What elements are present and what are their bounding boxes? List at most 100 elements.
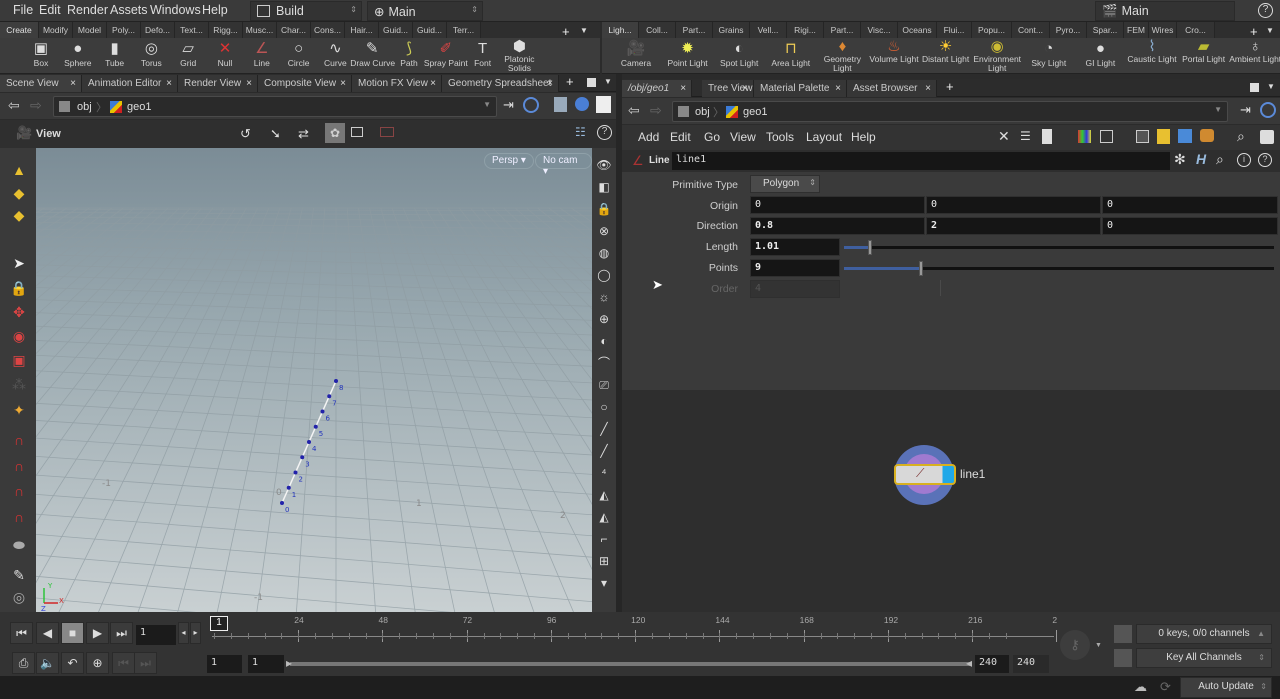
bounding-box-icon[interactable]: ⊞ [595, 552, 613, 570]
shelf-tool-environment-light[interactable]: ◉ Environment Light [973, 39, 1021, 74]
shelf-tab[interactable]: Spar... [1087, 22, 1124, 38]
camera-view-icon[interactable]: ⬬ [9, 535, 29, 555]
jump-end-button[interactable]: ⏭ [110, 622, 133, 644]
tumble-tool-icon[interactable]: ↺ [240, 126, 251, 142]
path-field[interactable]: obj 〉 geo1 ▼ [53, 96, 497, 117]
shelf-tab[interactable]: Hair... [345, 22, 379, 38]
gear-icon[interactable]: ✻ [1174, 151, 1186, 168]
origin-z-field[interactable]: 0 [1102, 196, 1278, 214]
pin-icon[interactable]: ⇥ [503, 97, 514, 113]
add-light-icon[interactable]: ⊕ [595, 310, 613, 328]
pin-icon[interactable]: ⇥ [1240, 102, 1251, 118]
menu-render[interactable]: Render [67, 3, 108, 17]
menu-help[interactable]: Help [851, 130, 876, 144]
display-list-icon[interactable]: ☷ [575, 125, 586, 139]
length-slider[interactable] [844, 240, 1274, 255]
snap-multi-icon[interactable]: ∩ [9, 507, 29, 527]
step-forward-button[interactable]: ▸ [190, 622, 201, 644]
keys-status-button[interactable]: 0 keys, 0/0 channels ▲ [1136, 624, 1272, 644]
breadcrumb-geo1[interactable]: geo1 [127, 101, 151, 113]
tab-scene-view[interactable]: Scene View × [0, 75, 82, 92]
menu-assets[interactable]: Assets [110, 3, 148, 17]
display-options-icon[interactable] [554, 97, 567, 112]
shelf-tab[interactable]: Wires [1149, 22, 1177, 38]
menu-help[interactable]: Help [202, 3, 228, 17]
tab-composite-view[interactable]: Composite View × [258, 75, 352, 92]
length-slider-handle[interactable] [867, 240, 872, 255]
key-mode-select[interactable]: Key All Channels ⇕ [1136, 648, 1272, 668]
ghost-display-icon[interactable]: 👁 [595, 156, 613, 174]
shelf-tool-platonic-solids[interactable]: ⬢ Platonic Solids [497, 39, 541, 74]
close-icon[interactable]: × [680, 83, 686, 94]
shelf-tab[interactable]: Cro... [1177, 22, 1215, 38]
tab-geometry-spreadsheet[interactable]: Geometry Spreadsheet × [442, 75, 559, 92]
shading-icon[interactable] [575, 97, 589, 111]
add-shelf-icon[interactable]: + [1250, 24, 1258, 39]
shelf-tab[interactable]: Ligh... [602, 22, 639, 38]
shelf-tab[interactable]: Pyro... [1050, 22, 1087, 38]
eye-icon[interactable] [1260, 130, 1274, 144]
close-icon[interactable]: × [835, 83, 841, 94]
shelf-tab[interactable]: Guid... [413, 22, 447, 38]
menu-go[interactable]: Go [704, 130, 720, 144]
maximize-icon[interactable] [587, 78, 596, 87]
list-icon[interactable] [1042, 129, 1052, 144]
tab-tree-view[interactable]: Tree View × [702, 80, 754, 97]
menu-view[interactable]: View [730, 130, 756, 144]
range-start2-field[interactable]: 1 [248, 655, 284, 673]
step-back-button[interactable]: ◂ [178, 622, 189, 644]
help-icon[interactable]: ? [597, 125, 612, 140]
tab-animation-editor[interactable]: Animation Editor × [82, 75, 178, 92]
shelf-tab[interactable]: Flui... [937, 22, 972, 38]
current-frame-field[interactable]: 1 [136, 625, 176, 645]
help-icon[interactable]: ? [1258, 153, 1272, 167]
hda-icon[interactable]: H [1196, 151, 1206, 167]
node-name-field[interactable]: line1 [672, 152, 1170, 170]
tab-render-view[interactable]: Render View × [178, 75, 258, 92]
shelf-tab[interactable]: Coll... [639, 22, 676, 38]
rotate-icon[interactable]: ◉ [9, 326, 29, 346]
shelf-tool-camera[interactable]: 🎥 Camera [614, 40, 658, 74]
menu-tools[interactable]: Tools [766, 130, 794, 144]
select-tool-icon[interactable]: ➘ [270, 126, 281, 142]
handle-icon[interactable]: ✦ [9, 400, 29, 420]
channel-list-icon[interactable] [1114, 625, 1132, 643]
close-icon[interactable]: × [742, 83, 748, 94]
shelf-tab[interactable]: Visc... [861, 22, 898, 38]
shelf-tab[interactable]: Defo... [141, 22, 175, 38]
refresh-icon[interactable]: ⟳ [1160, 679, 1171, 695]
persp-menu-button[interactable]: Persp ▾ [484, 153, 534, 169]
select-edges-icon[interactable]: ◆ [9, 183, 29, 203]
solo-icon[interactable]: ◍ [595, 244, 613, 262]
chevron-down-icon[interactable]: ▼ [1267, 82, 1275, 91]
shelf-tab[interactable]: Model [73, 22, 107, 38]
backface-icon[interactable]: ⎚ [595, 376, 613, 394]
shelf-tool-geometry-light[interactable]: ♦ Geometry Light [820, 39, 864, 74]
camera-menu-button[interactable]: No cam ▾ [535, 153, 592, 177]
breadcrumb-obj[interactable]: obj [695, 106, 710, 118]
network-editor[interactable]: ⟋ line1 [622, 390, 1280, 612]
help-icon[interactable]: ? [1258, 3, 1273, 18]
shelf-tab[interactable]: FEM [1124, 22, 1149, 38]
info-icon[interactable]: i [1237, 153, 1251, 167]
smooth-icon[interactable]: ⌒ [595, 354, 613, 372]
tab-material-palette[interactable]: Material Palette × [754, 80, 847, 97]
origin-x-field[interactable]: 0 [750, 196, 925, 214]
template-icon[interactable]: ◧ [595, 178, 613, 196]
range-start-field[interactable]: 1 [207, 655, 242, 673]
geometry-point[interactable] [327, 394, 332, 399]
menu-windows[interactable]: Windows [150, 3, 201, 17]
global-anim-options-button[interactable]: ⊕ [86, 652, 109, 674]
shelf-tab[interactable]: Rigi... [787, 22, 824, 38]
flipbook-icon[interactable] [351, 127, 363, 137]
flipbook-button[interactable]: ⎙ [12, 652, 35, 674]
profile-icon[interactable]: ⌐ [595, 530, 613, 548]
shelf-tool-sky-light[interactable]: ◔ Sky Light [1027, 40, 1071, 74]
geometry-point[interactable] [286, 485, 291, 490]
network-box-icon[interactable] [1136, 130, 1149, 143]
dropdown-icon[interactable]: ▼ [483, 100, 491, 109]
range-end-field[interactable]: 240 [975, 655, 1009, 673]
shelf-tool-volume-light[interactable]: ♨ Volume Light [869, 39, 918, 74]
select-geo-icon[interactable]: ▲ [9, 160, 29, 180]
chevron-down-icon[interactable]: ▼ [604, 77, 612, 86]
